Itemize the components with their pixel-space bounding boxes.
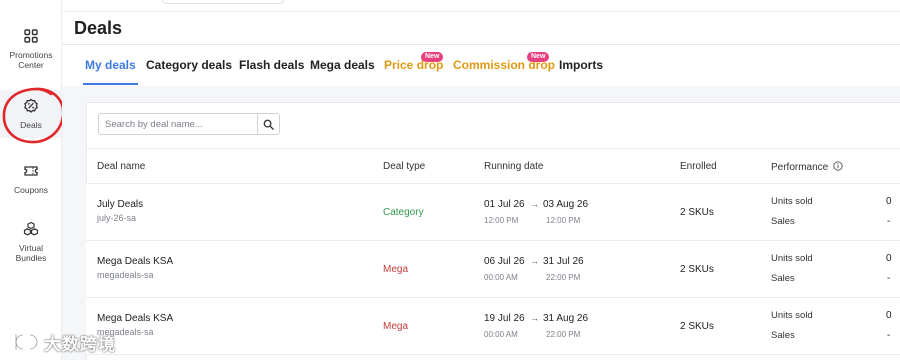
end-date: 31 Aug 26: [543, 313, 589, 324]
top-strip: [62, 0, 900, 12]
search-box: [98, 113, 280, 135]
header-divider: [62, 44, 900, 45]
sales-value: -: [887, 216, 891, 227]
search-input[interactable]: [99, 114, 257, 134]
units-sold-value: 0: [886, 310, 892, 321]
start-time: 12:00 PM: [484, 216, 519, 225]
ticket-icon: [23, 163, 39, 179]
table-row[interactable]: Mega Deals KSA megadeals-sa Mega 19 Jul …: [86, 298, 900, 355]
units-sold-label: Units sold: [771, 310, 813, 321]
sidebar-item-label: Deals: [20, 120, 42, 130]
sidebar-item-label: Center: [18, 60, 44, 70]
start-time: 00:00 AM: [484, 330, 518, 339]
cubes-icon: [23, 221, 39, 237]
column-header-performance: Performance: [771, 161, 843, 173]
deal-name[interactable]: Mega Deals KSA: [97, 256, 173, 267]
table-row[interactable]: Mega Deals KSA megadeals-sa Mega 06 Jul …: [86, 241, 900, 298]
deal-tabs: My deals Category deals Flash deals Mega…: [74, 46, 900, 86]
percent-badge-icon: [23, 98, 39, 114]
tab-my-deals[interactable]: My deals: [83, 58, 138, 85]
table-header: Deal name Deal type Running date Enrolle…: [86, 148, 900, 184]
start-time: 00:00 AM: [484, 273, 518, 282]
end-time: 22:00 PM: [546, 330, 581, 339]
tab-flash-deals[interactable]: Flash deals: [239, 58, 304, 72]
column-header-deal-type: Deal type: [383, 161, 426, 172]
tab-category-deals[interactable]: Category deals: [146, 58, 232, 72]
deal-type: Mega: [383, 321, 409, 332]
sales-label: Sales: [771, 216, 795, 227]
table-row[interactable]: July Deals july-26-sa Category 01 Jul 26…: [86, 184, 900, 241]
units-sold-value: 0: [886, 196, 892, 207]
deal-type: Mega: [383, 264, 409, 275]
deal-name[interactable]: July Deals: [97, 199, 143, 210]
deal-id: megadeals-sa: [97, 270, 154, 280]
top-strip-tab: [162, 0, 284, 4]
arrow-right-icon: →: [530, 256, 539, 266]
sidebar-item-label: Promotions: [9, 50, 53, 60]
sales-label: Sales: [771, 273, 795, 284]
info-icon[interactable]: [833, 161, 843, 171]
sidebar-item-promotions-center[interactable]: Promotions Center: [0, 28, 62, 70]
new-badge: New: [527, 52, 550, 62]
performance-label: Performance: [771, 162, 829, 173]
arrow-right-icon: →: [530, 199, 539, 209]
sidebar-item-label: Virtual: [19, 243, 43, 253]
page-title: Deals: [74, 18, 123, 38]
deal-id: july-26-sa: [97, 213, 137, 223]
enrolled-count: 2 SKUs: [680, 264, 714, 275]
search-icon: [263, 119, 274, 130]
sidebar-item-label: Bundles: [15, 253, 47, 263]
sidebar-item-coupons[interactable]: Coupons: [0, 163, 62, 195]
arrow-right-icon: →: [530, 313, 539, 323]
start-date: 01 Jul 26: [484, 199, 525, 210]
watermark-text: 大数跨境: [44, 334, 116, 354]
enrolled-count: 2 SKUs: [680, 207, 714, 218]
sidebar-item-deals[interactable]: Deals: [0, 90, 62, 138]
tab-mega-deals[interactable]: Mega deals: [310, 58, 375, 72]
end-time: 22:00 PM: [546, 273, 581, 282]
column-header-running-date: Running date: [484, 161, 544, 172]
start-date: 06 Jul 26: [484, 256, 525, 267]
end-time: 12:00 PM: [546, 216, 581, 225]
start-date: 19 Jul 26: [484, 313, 525, 324]
sales-value: -: [887, 273, 891, 284]
grid-icon: [23, 28, 39, 44]
end-date: 03 Aug 26: [543, 199, 589, 210]
units-sold-value: 0: [886, 253, 892, 264]
search-button[interactable]: [257, 114, 279, 134]
watermark: 大数跨境: [10, 330, 116, 354]
units-sold-label: Units sold: [771, 253, 813, 264]
enrolled-count: 2 SKUs: [680, 321, 714, 332]
sales-label: Sales: [771, 330, 795, 341]
deal-name[interactable]: Mega Deals KSA: [97, 313, 173, 324]
units-sold-label: Units sold: [771, 196, 813, 207]
sidebar: Promotions Center Deals Coupons Virtual …: [0, 0, 62, 360]
column-header-enrolled: Enrolled: [680, 161, 717, 172]
sidebar-item-virtual-bundles[interactable]: Virtual Bundles: [0, 221, 62, 263]
watermark-logo-icon: [14, 333, 39, 351]
new-badge: New: [421, 52, 444, 62]
sidebar-item-label: Coupons: [13, 185, 49, 195]
end-date: 31 Jul 26: [543, 256, 584, 267]
tab-imports[interactable]: Imports: [559, 58, 603, 72]
column-header-deal-name: Deal name: [97, 161, 146, 172]
sales-value: -: [887, 330, 891, 341]
deal-type: Category: [383, 207, 424, 218]
